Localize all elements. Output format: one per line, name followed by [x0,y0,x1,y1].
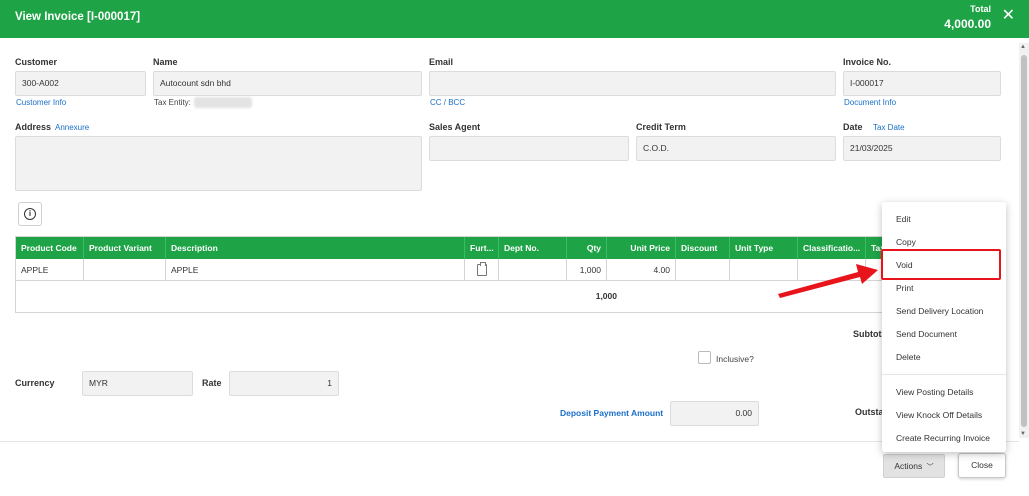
email-field[interactable] [429,71,836,96]
info-icon: i [24,208,36,220]
total-label: Total [970,4,991,14]
deposit-amount-field[interactable]: 0.00 [670,401,759,426]
email-label: Email [429,57,454,67]
currency-field[interactable]: MYR [82,371,193,396]
col-discount[interactable]: Discount [676,237,730,259]
cc-bcc-link[interactable]: CC / BCC [430,98,465,107]
tax-date-link[interactable]: Tax Date [873,123,905,132]
sales-agent-field[interactable] [429,136,629,161]
tax-entity-value-redacted [194,97,252,108]
close-button[interactable]: Close [958,453,1006,478]
date-label: Date [843,122,863,132]
menu-item-send-delivery-location[interactable]: Send Delivery Location [896,306,983,316]
cell-further[interactable] [465,259,499,281]
inclusive-checkbox[interactable] [698,351,711,364]
scrollbar[interactable]: ▲ ▼ [1019,43,1029,438]
cell-product-code[interactable]: APPLE [16,259,84,281]
customer-field[interactable]: 300-A002 [15,71,146,96]
void-highlight-box [881,249,1001,280]
info-button[interactable]: i [18,202,42,226]
address-label: Address [15,122,52,132]
deposit-payment-link[interactable]: Deposit Payment Amount [560,408,663,418]
col-dept-no[interactable]: Dept No. [499,237,567,259]
actions-menu: Edit Copy Void Print Send Delivery Locat… [882,202,1006,452]
menu-item-print[interactable]: Print [896,283,913,293]
col-qty[interactable]: Qty [567,237,607,259]
annexure-link[interactable]: Annexure [55,123,89,132]
col-unit-type[interactable]: Unit Type [730,237,798,259]
rate-field[interactable]: 1 [229,371,339,396]
outstanding-label: Outstanding [855,407,883,417]
rate-label: Rate [202,378,222,388]
col-product-variant[interactable]: Product Variant [84,237,166,259]
scrollbar-thumb[interactable] [1021,55,1027,427]
menu-item-copy[interactable]: Copy [896,237,916,247]
menu-item-view-knock-off-details[interactable]: View Knock Off Details [896,410,982,420]
invoice-items-grid: Product Code Product Variant Description… [15,236,888,313]
menu-item-send-document[interactable]: Send Document [896,329,957,339]
cell-product-variant[interactable] [84,259,166,281]
annotation-arrow [778,264,878,298]
qty-total: 1,000 [595,291,617,301]
menu-item-view-posting-details[interactable]: View Posting Details [896,387,973,397]
inclusive-label: Inclusive? [716,354,754,364]
invoice-no-field[interactable]: I-000017 [843,71,1001,96]
name-label: Name [153,57,178,67]
date-field[interactable]: 21/03/2025 [843,136,1001,161]
close-icon[interactable]: ✕ [1002,8,1015,24]
total-value: 4,000.00 [944,17,991,31]
customer-label: Customer [15,57,58,67]
col-description[interactable]: Description [166,237,465,259]
credit-term-field[interactable]: C.O.D. [636,136,836,161]
col-unit-price[interactable]: Unit Price [607,237,676,259]
actions-button[interactable]: Actions ﹀ [883,454,945,478]
col-further[interactable]: Furt... [465,237,499,259]
cell-discount[interactable] [676,259,730,281]
cell-unit-price[interactable]: 4.00 [607,259,676,281]
menu-item-create-recurring-invoice[interactable]: Create Recurring Invoice [896,433,990,443]
scroll-up-icon[interactable]: ▲ [1020,44,1026,50]
col-classification[interactable]: Classificatio... [798,237,866,259]
menu-item-delete[interactable]: Delete [896,352,921,362]
dialog-title: View Invoice [I-000017] [15,11,141,23]
sales-agent-label: Sales Agent [429,122,481,132]
customer-info-link[interactable]: Customer Info [16,98,66,107]
address-field[interactable] [15,136,422,191]
invoice-no-label: Invoice No. [843,57,892,67]
tax-entity-label: Tax Entity: [154,98,191,107]
cell-qty[interactable]: 1,000 [567,259,607,281]
dialog-header: View Invoice [I-000017] Total 4,000.00 ✕ [0,0,1029,38]
menu-separator [882,374,1006,375]
table-row[interactable]: APPLE APPLE 1,000 4.00 [16,259,887,281]
currency-label: Currency [15,378,55,388]
col-product-code[interactable]: Product Code [16,237,84,259]
chevron-down-icon: ﹀ [926,464,934,471]
cell-dept-no[interactable] [499,259,567,281]
scroll-down-icon[interactable]: ▼ [1020,431,1026,437]
actions-label: Actions [894,461,923,471]
grid-header: Product Code Product Variant Description… [16,237,887,259]
footer-divider [0,441,1019,442]
document-info-link[interactable]: Document Info [844,98,896,107]
name-field[interactable]: Autocount sdn bhd [153,71,422,96]
menu-item-edit[interactable]: Edit [896,214,911,224]
cell-description[interactable]: APPLE [166,259,465,281]
credit-term-label: Credit Term [636,122,686,132]
clipboard-icon[interactable] [477,262,487,276]
